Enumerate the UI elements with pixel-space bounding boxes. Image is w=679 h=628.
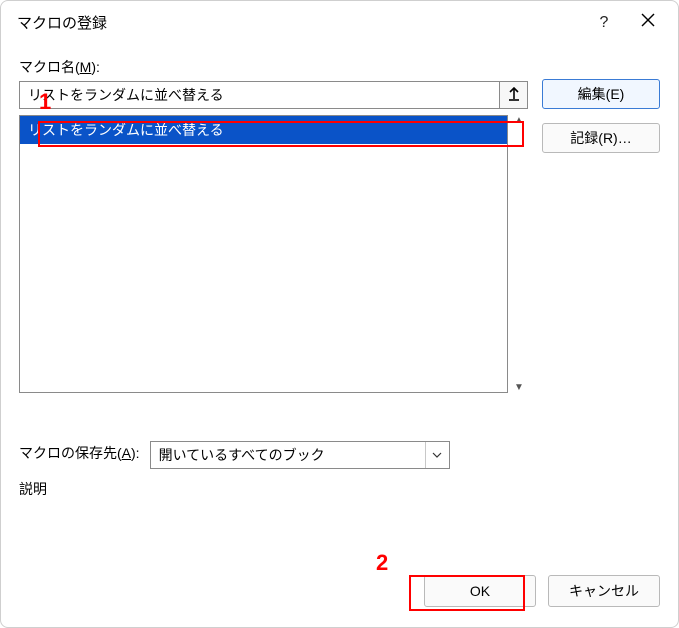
macro-name-row	[19, 81, 528, 109]
window-title: マクロの登録	[17, 12, 582, 33]
help-button[interactable]: ?	[582, 5, 626, 41]
dialog-content: マクロ名(M):	[1, 45, 678, 559]
macro-location-label-accel: A	[122, 445, 131, 461]
macro-name-input[interactable]	[19, 81, 500, 109]
macro-listbox-wrap: リストをランダムに並べ替える ▲ ▼	[19, 115, 528, 393]
listbox-scrollbar[interactable]: ▲ ▼	[508, 115, 528, 393]
cancel-button-label: キャンセル	[569, 581, 639, 601]
reference-button[interactable]	[500, 81, 528, 109]
chevron-down-icon	[425, 442, 449, 468]
ok-button[interactable]: OK	[424, 575, 536, 607]
cancel-button[interactable]: キャンセル	[548, 575, 660, 607]
scroll-up-icon: ▲	[514, 115, 524, 126]
edit-button-label: 編集(E)	[578, 84, 625, 104]
macro-location-row: マクロの保存先(A): 開いているすべてのブック	[19, 441, 660, 469]
close-button[interactable]	[626, 5, 670, 41]
help-icon: ?	[600, 14, 609, 32]
record-button-label: 記録(R)…	[570, 128, 631, 148]
description-label: 説明	[19, 479, 660, 499]
top-row: マクロ名(M):	[19, 57, 660, 393]
description-label-text: 説明	[19, 481, 47, 497]
macro-location-label-prefix: マクロの保存先(	[19, 445, 122, 461]
macro-location-select[interactable]: 開いているすべてのブック	[150, 441, 450, 469]
left-column: マクロ名(M):	[19, 57, 528, 393]
right-column: 編集(E) 記録(R)…	[542, 57, 660, 153]
record-button[interactable]: 記録(R)…	[542, 123, 660, 153]
macro-location-label-suffix: ):	[131, 445, 140, 461]
scroll-down-icon: ▼	[514, 382, 524, 393]
close-icon	[641, 13, 655, 32]
macro-location-value: 開いているすべてのブック	[159, 445, 325, 465]
titlebar: マクロの登録 ?	[1, 1, 678, 45]
list-item[interactable]: リストをランダムに並べ替える	[20, 116, 507, 144]
dialog-footer: OK キャンセル	[1, 559, 678, 627]
assign-macro-dialog: 1 2 マクロの登録 ? マクロ名(M):	[0, 0, 679, 628]
ok-button-label: OK	[470, 583, 490, 599]
macro-location-label: マクロの保存先(A):	[19, 443, 140, 463]
macro-listbox[interactable]: リストをランダムに並べ替える	[19, 115, 508, 393]
macro-name-label-suffix: ):	[91, 59, 100, 75]
edit-button[interactable]: 編集(E)	[542, 79, 660, 109]
macro-name-label-prefix: マクロ名(	[19, 59, 80, 75]
macro-name-label-accel: M	[80, 59, 92, 75]
reference-icon	[507, 87, 521, 104]
macro-name-label: マクロ名(M):	[19, 57, 528, 77]
